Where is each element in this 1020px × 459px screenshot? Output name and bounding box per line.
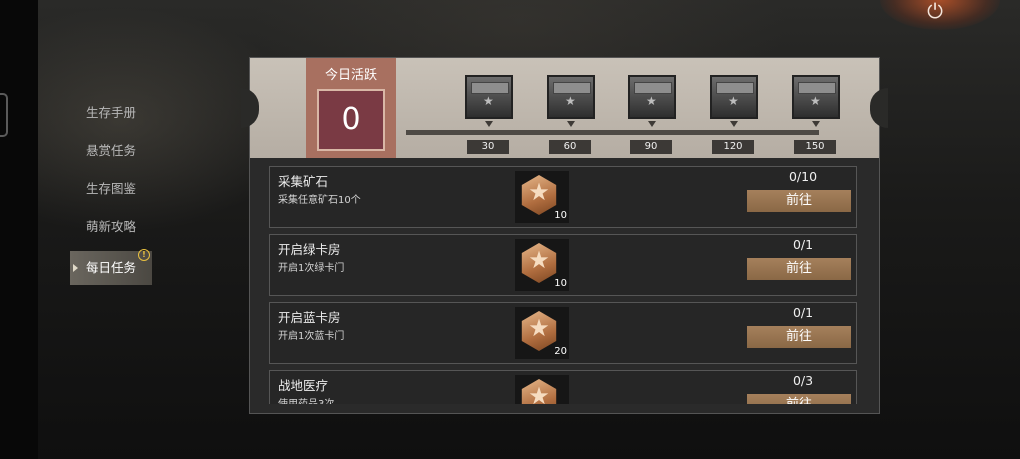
milestone-label: 90 (630, 140, 672, 154)
milestone-label: 30 (467, 140, 509, 154)
sidebar-item-label: 萌新攻略 (86, 219, 137, 234)
chest-marker-icon (812, 121, 820, 127)
task-progress: 0/3 (792, 373, 814, 388)
task-description: 开启1次蓝卡门 (278, 331, 345, 342)
chest-icon[interactable] (465, 75, 513, 119)
task-row: 战地医疗 使用药品3次 ★ 0/3 前往 (269, 370, 857, 404)
reward-amount: 10 (554, 210, 567, 221)
task-row: 开启绿卡房 开启1次绿卡门 ★ 10 0/1 前往 (269, 234, 857, 296)
daily-activity-title: 今日活跃 (324, 68, 377, 83)
milestone-label: 60 (549, 140, 591, 154)
sidebar-item-label: 生存手册 (86, 105, 137, 120)
sidebar: 生存手册 悬赏任务 生存图鉴 萌新攻略 每日任务 ! (70, 95, 152, 285)
reward-amount: 10 (554, 278, 567, 289)
sidebar-item-guide[interactable]: 萌新攻略 (70, 209, 152, 247)
task-row: 采集矿石 采集任意矿石10个 ★ 10 0/10 前往 (269, 166, 857, 228)
chest-marker-icon (567, 121, 575, 127)
sidebar-item-manual[interactable]: 生存手册 (70, 95, 152, 133)
power-icon[interactable]: ⏻ (918, 0, 952, 22)
side-handle[interactable] (0, 93, 8, 137)
reward-amount: 20 (554, 346, 567, 357)
alert-badge: ! (138, 249, 150, 261)
chest-marker-icon (730, 121, 738, 127)
go-button[interactable]: 前往 (747, 394, 851, 404)
task-title: 采集矿石 (278, 174, 329, 189)
reward-slot: ★ 20 (515, 307, 569, 359)
star-icon: ★ (528, 246, 550, 274)
task-progress: 0/1 (792, 305, 814, 320)
chest-icon[interactable] (628, 75, 676, 119)
reward-slot: ★ (515, 375, 569, 404)
task-title: 开启蓝卡房 (278, 310, 341, 325)
task-progress: 0/1 (792, 237, 814, 252)
chest-icon[interactable] (547, 75, 595, 119)
star-icon: ★ (528, 382, 550, 404)
task-title: 开启绿卡房 (278, 242, 341, 257)
ticket-notch-left (241, 88, 259, 128)
sidebar-item-label: 每日任务 (86, 260, 137, 275)
chest-marker-icon (648, 121, 656, 127)
star-icon: ★ (528, 178, 550, 206)
sidebar-item-atlas[interactable]: 生存图鉴 (70, 171, 152, 209)
sidebar-item-daily[interactable]: 每日任务 ! (70, 249, 152, 285)
go-button[interactable]: 前往 (747, 258, 851, 280)
milestone-label: 120 (712, 140, 754, 154)
go-button[interactable]: 前往 (747, 326, 851, 348)
task-progress: 0/10 (788, 169, 818, 184)
task-description: 采集任意矿石10个 (278, 195, 361, 206)
daily-activity-box: 今日活跃 0 (306, 58, 396, 158)
activity-header: 今日活跃 0 30 60 90 120 150 (241, 58, 888, 158)
task-title: 战地医疗 (278, 378, 329, 393)
milestone-label: 150 (794, 140, 836, 154)
sidebar-item-bounty[interactable]: 悬赏任务 (70, 133, 152, 171)
daily-task-panel: 今日活跃 0 30 60 90 120 150 采集矿石 采集任意矿石10个 ★… (241, 57, 888, 414)
go-button[interactable]: 前往 (747, 190, 851, 212)
task-row: 开启蓝卡房 开启1次蓝卡门 ★ 20 0/1 前往 (269, 302, 857, 364)
chest-marker-icon (485, 121, 493, 127)
reward-slot: ★ 10 (515, 171, 569, 223)
ticket-notch-right (870, 88, 888, 128)
chest-icon[interactable] (792, 75, 840, 119)
chest-icon[interactable] (710, 75, 758, 119)
sidebar-item-label: 悬赏任务 (86, 143, 137, 158)
left-edge (0, 0, 38, 459)
sidebar-item-label: 生存图鉴 (86, 181, 137, 196)
reward-slot: ★ 10 (515, 239, 569, 291)
daily-activity-score: 0 (317, 89, 385, 151)
task-list[interactable]: 采集矿石 采集任意矿石10个 ★ 10 0/10 前往 开启绿卡房 开启1次绿卡… (269, 166, 857, 404)
task-description: 使用药品3次 (278, 395, 334, 404)
star-icon: ★ (528, 314, 550, 342)
activity-progress-track (406, 130, 819, 135)
task-description: 开启1次绿卡门 (278, 263, 345, 274)
